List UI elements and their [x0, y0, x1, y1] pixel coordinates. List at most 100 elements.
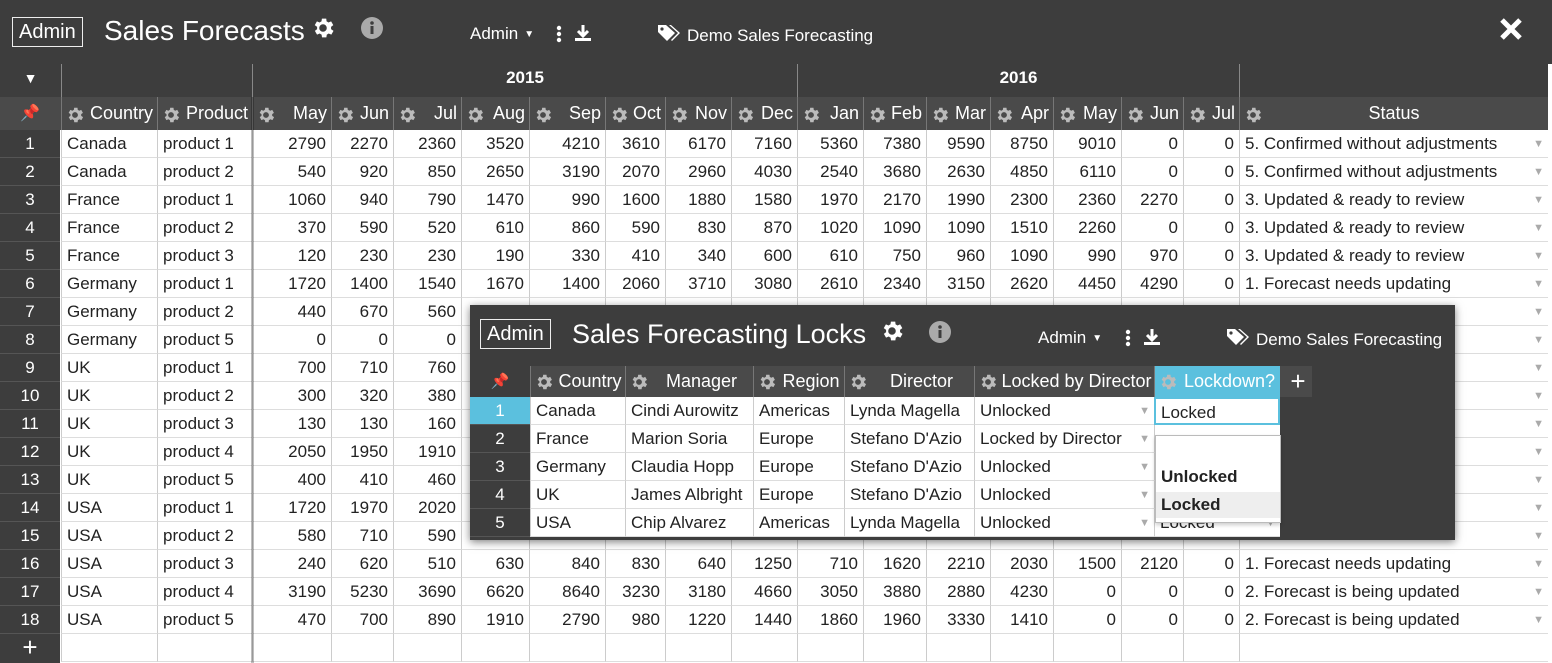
- cell-product[interactable]: product 5: [157, 606, 252, 634]
- popup-user-menu[interactable]: Admin ▼: [1038, 328, 1102, 348]
- cell-value[interactable]: 890: [393, 606, 461, 634]
- column-header-month-3[interactable]: Aug: [461, 97, 529, 130]
- cell-value[interactable]: 1600: [605, 186, 665, 214]
- cell-value[interactable]: 2060: [605, 270, 665, 298]
- cell-status[interactable]: 5. Confirmed without adjustments ▼: [1239, 158, 1548, 186]
- cell-product[interactable]: product 2: [157, 382, 252, 410]
- gear-icon[interactable]: [397, 103, 417, 123]
- cell-value[interactable]: 700: [331, 606, 393, 634]
- cell-value[interactable]: 1020: [797, 214, 863, 242]
- cell-value[interactable]: 4230: [990, 578, 1053, 606]
- cell-value[interactable]: 2070: [605, 158, 665, 186]
- cell-value[interactable]: 6110: [1053, 158, 1121, 186]
- cell-value[interactable]: 520: [393, 214, 461, 242]
- tag-link[interactable]: Demo Sales Forecasting: [657, 24, 873, 47]
- cell-value[interactable]: 3080: [731, 270, 797, 298]
- cell-value[interactable]: 2790: [529, 606, 605, 634]
- cell-value[interactable]: 460: [393, 466, 461, 494]
- column-header-country[interactable]: Country: [61, 97, 157, 130]
- cell-value[interactable]: 3230: [605, 578, 665, 606]
- dropdown-arrow-icon[interactable]: ▼: [1533, 550, 1544, 577]
- column-header-month-11[interactable]: Apr: [990, 97, 1053, 130]
- cell-country[interactable]: UK: [61, 410, 157, 438]
- cell-value[interactable]: 1910: [461, 606, 529, 634]
- cell-country[interactable]: USA: [61, 578, 157, 606]
- dropdown-arrow-icon[interactable]: ▼: [1139, 397, 1150, 424]
- row-number[interactable]: 2: [0, 158, 60, 186]
- gear-icon[interactable]: [256, 103, 276, 123]
- gear-icon[interactable]: [335, 103, 355, 123]
- dropdown-arrow-icon[interactable]: ▼: [1533, 522, 1544, 549]
- cell-value[interactable]: 4450: [1053, 270, 1121, 298]
- cell-value[interactable]: 1960: [863, 606, 926, 634]
- cell-value[interactable]: 2260: [1053, 214, 1121, 242]
- row-number[interactable]: 17: [0, 578, 60, 606]
- cell-country[interactable]: USA: [61, 606, 157, 634]
- row-number[interactable]: 5: [0, 242, 60, 270]
- cell-value[interactable]: 0: [1183, 550, 1239, 578]
- gear-icon[interactable]: [930, 103, 950, 123]
- cell-product[interactable]: product 3: [157, 410, 252, 438]
- column-header-month-8[interactable]: Jan: [797, 97, 863, 130]
- gear-icon[interactable]: [1125, 103, 1145, 123]
- cell-value[interactable]: 120: [252, 242, 331, 270]
- cell-value[interactable]: 0: [1121, 606, 1183, 634]
- row-number[interactable]: 13: [0, 466, 60, 494]
- cell-value[interactable]: 0: [331, 326, 393, 354]
- popup-cell-director[interactable]: Stefano D'Azio: [844, 425, 974, 453]
- popup-cell-director[interactable]: Lynda Magella: [844, 509, 974, 537]
- popup-gear-icon[interactable]: [878, 317, 906, 345]
- cell-value[interactable]: 1090: [863, 214, 926, 242]
- cell-value[interactable]: 2050: [252, 438, 331, 466]
- cell-value[interactable]: 830: [605, 550, 665, 578]
- empty-cell[interactable]: [1183, 634, 1239, 662]
- cell-value[interactable]: 560: [393, 298, 461, 326]
- cell-country[interactable]: UK: [61, 382, 157, 410]
- cell-product[interactable]: product 3: [157, 550, 252, 578]
- dropdown-arrow-icon[interactable]: ▼: [1533, 438, 1544, 465]
- row-number[interactable]: 16: [0, 550, 60, 578]
- cell-value[interactable]: 3680: [863, 158, 926, 186]
- cell-value[interactable]: 160: [393, 410, 461, 438]
- popup-cell-locked[interactable]: Unlocked ▼: [974, 453, 1154, 481]
- cell-value[interactable]: 1720: [252, 494, 331, 522]
- cell-value[interactable]: 760: [393, 354, 461, 382]
- cell-value[interactable]: 630: [461, 550, 529, 578]
- popup-cell-locked[interactable]: Unlocked ▼: [974, 509, 1154, 537]
- dropdown-arrow-icon[interactable]: ▼: [1533, 186, 1544, 213]
- dropdown-option-unlocked[interactable]: Unlocked: [1156, 464, 1280, 490]
- cell-value[interactable]: 980: [605, 606, 665, 634]
- cell-status[interactable]: 1. Forecast needs updating ▼: [1239, 270, 1548, 298]
- dropdown-arrow-icon[interactable]: ▼: [1533, 382, 1544, 409]
- popup-cell-director[interactable]: Stefano D'Azio: [844, 453, 974, 481]
- cell-value[interactable]: 1400: [529, 270, 605, 298]
- cell-value[interactable]: 990: [529, 186, 605, 214]
- cell-product[interactable]: product 1: [157, 186, 252, 214]
- cell-value[interactable]: 510: [393, 550, 461, 578]
- cell-value[interactable]: 990: [1053, 242, 1121, 270]
- cell-product[interactable]: product 2: [157, 158, 252, 186]
- popup-cell-region[interactable]: Americas: [753, 509, 844, 537]
- gear-icon[interactable]: [669, 103, 689, 123]
- admin-badge[interactable]: Admin: [12, 17, 83, 47]
- cell-value[interactable]: 0: [1121, 158, 1183, 186]
- gear-icon[interactable]: [978, 371, 998, 391]
- cell-value[interactable]: 2540: [797, 158, 863, 186]
- popup-cell-manager[interactable]: Chip Alvarez: [625, 509, 753, 537]
- row-number[interactable]: 12: [0, 438, 60, 466]
- cell-product[interactable]: product 2: [157, 522, 252, 550]
- dropdown-arrow-icon[interactable]: ▼: [1533, 242, 1544, 269]
- column-header-month-14[interactable]: Jul: [1183, 97, 1239, 130]
- gear-icon[interactable]: [629, 371, 649, 391]
- popup-pin-column[interactable]: 📌: [470, 366, 530, 397]
- dropdown-arrow-icon[interactable]: ▼: [1533, 326, 1544, 353]
- cell-country[interactable]: Canada: [61, 158, 157, 186]
- cell-value[interactable]: 0: [1183, 578, 1239, 606]
- cell-product[interactable]: product 5: [157, 466, 252, 494]
- cell-value[interactable]: 620: [331, 550, 393, 578]
- cell-value[interactable]: 3710: [665, 270, 731, 298]
- column-header-product[interactable]: Product: [157, 97, 252, 130]
- popup-cell-region[interactable]: Europe: [753, 425, 844, 453]
- cell-value[interactable]: 7380: [863, 130, 926, 158]
- cell-value[interactable]: 0: [1183, 270, 1239, 298]
